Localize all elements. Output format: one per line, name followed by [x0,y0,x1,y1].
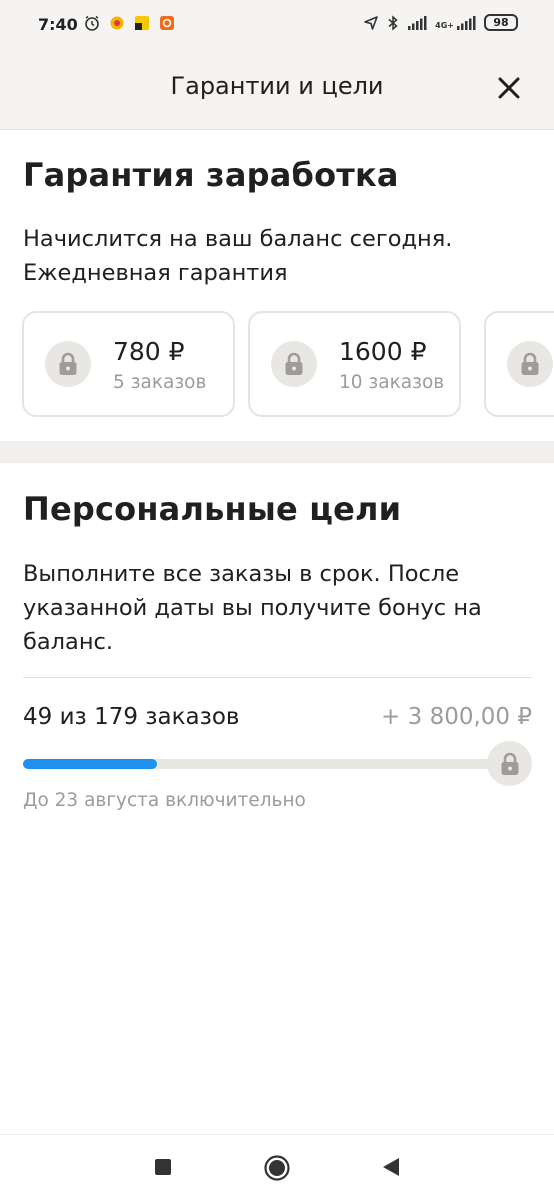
header: Гарантии и цели [0,50,554,130]
status-time: 7:40 [38,15,78,34]
back-triangle-icon [383,1158,399,1176]
network-label: 4G+ [435,20,454,30]
goals-description: Выполните все заказы в срок. После указа… [23,561,482,655]
location-arrow-icon [364,15,378,30]
bonus-amount: + 3 800,00 ₽ [381,704,532,730]
status-bar: 7:40 4G+ 98 [0,0,554,50]
close-button[interactable] [494,73,524,103]
lock-icon [501,752,518,775]
lock-icon [285,352,303,375]
lock-badge [271,341,317,387]
goal-deadline: До 23 августа включительно [23,790,306,811]
guarantee-title: Гарантия заработка [23,156,399,194]
recents-square-icon [155,1159,171,1175]
progress-count: 49 из 179 заказов [23,704,240,730]
orange-app-icon [160,16,174,30]
card-amount: 780 ₽ [113,337,185,366]
lock-badge [45,341,91,387]
alarm-icon [85,15,99,31]
lock-badge [507,341,553,387]
guarantee-card[interactable]: 780 ₽ 5 заказов [22,311,235,417]
status-system-icons: 4G+ 98 [363,14,518,31]
card-orders: 10 заказов [339,372,445,393]
page-title: Гарантии и цели [170,72,384,100]
close-icon [498,77,520,99]
back-button[interactable] [380,1156,402,1182]
progress-bar [23,759,513,769]
guarantee-cards: 780 ₽ 5 заказов 1600 ₽ 10 заказов [22,311,554,419]
progress-fill [23,759,158,769]
timer-app-icon [110,16,124,30]
bluetooth-icon [388,14,398,31]
signal-icon [408,15,427,30]
guarantee-description: Начислится на ваш баланс сегодня. Ежедне… [23,226,453,286]
lock-icon [521,352,539,375]
card-amount: 1600 ₽ [339,337,427,366]
section-divider [0,441,554,463]
signal-4g-icon: 4G+ [435,15,476,30]
lock-icon [59,352,77,375]
recents-button[interactable] [153,1157,173,1181]
signal-bars-icon [457,15,476,30]
card-orders: 5 заказов [113,372,207,393]
home-button[interactable] [263,1154,291,1186]
guarantee-card[interactable]: 1600 ₽ 10 заказов [248,311,461,417]
goals-title: Персональные цели [23,490,402,528]
status-notification-icons [84,15,175,31]
yandex-pro-icon [135,16,149,30]
guarantee-card[interactable] [484,311,554,417]
divider-line [23,677,532,678]
battery-icon: 98 [484,14,518,31]
system-nav-bar [0,1134,554,1201]
goal-lock-badge [487,741,532,786]
home-circle-icon [264,1155,290,1181]
